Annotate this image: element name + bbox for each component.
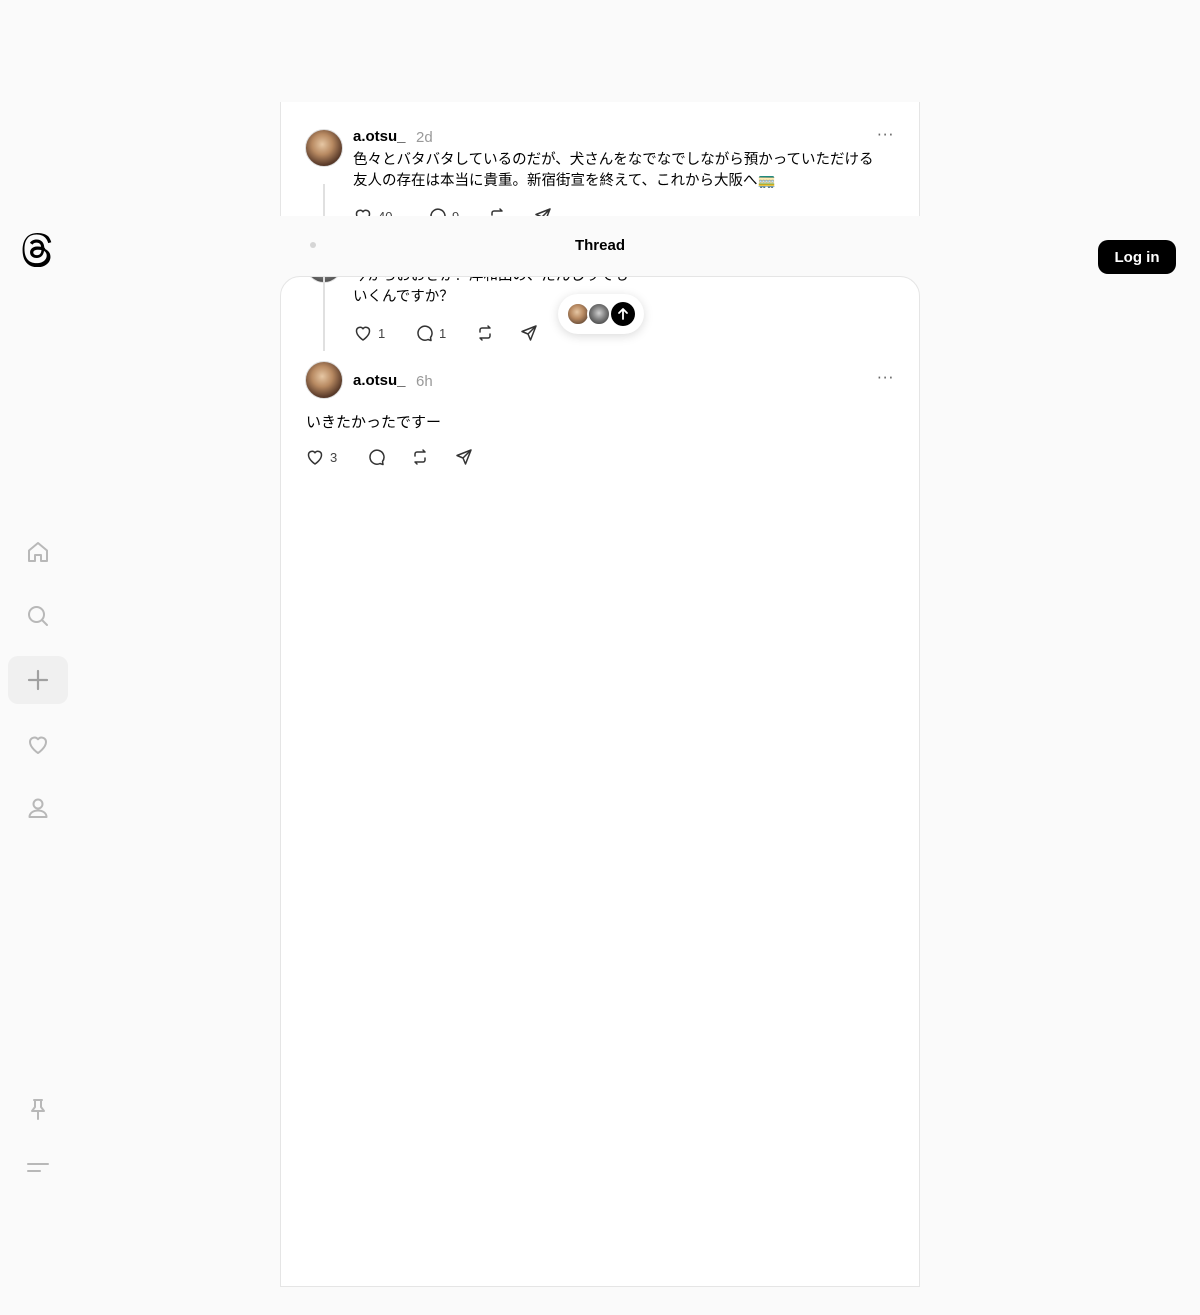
avatar[interactable] <box>305 361 343 399</box>
share-button[interactable] <box>454 447 474 467</box>
nav-menu[interactable] <box>8 1143 68 1191</box>
person-icon <box>28 798 48 818</box>
heart-icon <box>355 326 371 341</box>
scroll-to-top-button[interactable] <box>558 294 644 334</box>
thread-line <box>323 184 325 216</box>
more-options-icon[interactable]: ··· <box>877 126 894 144</box>
reply-count: 1 <box>439 325 447 341</box>
send-icon <box>535 208 551 216</box>
plus-icon <box>27 669 49 691</box>
repost-icon <box>491 208 503 216</box>
nav-search[interactable] <box>8 592 68 640</box>
like-button[interactable]: 40 <box>353 206 392 216</box>
comment-icon <box>430 208 446 216</box>
like-button[interactable]: 3 <box>305 447 337 467</box>
send-icon <box>456 449 472 465</box>
repost-icon <box>479 325 491 341</box>
repost-button[interactable] <box>410 447 430 467</box>
login-button[interactable]: Log in <box>1098 240 1176 274</box>
heart-icon <box>307 450 323 465</box>
repost-icon <box>414 449 426 465</box>
nav-pin[interactable] <box>8 1085 68 1133</box>
avatar[interactable] <box>305 129 343 167</box>
avatar <box>587 302 611 326</box>
heart-icon <box>29 736 47 754</box>
nav-activity[interactable] <box>8 720 68 768</box>
menu-icon <box>27 1163 49 1172</box>
back-icon[interactable] <box>306 238 320 252</box>
reply-button[interactable]: 1 <box>414 323 446 343</box>
post-time[interactable]: 6h <box>416 373 433 390</box>
comment-icon <box>369 449 385 466</box>
share-button[interactable] <box>519 323 539 343</box>
threads-logo-icon[interactable] <box>20 229 56 269</box>
nav-home[interactable] <box>8 528 68 576</box>
send-icon <box>521 325 537 341</box>
nav-create[interactable] <box>8 656 68 704</box>
thread-card: 今からおおさか？岸和田の、だんじりでも いくんですか？ 1 1 a.otsu_ … <box>280 276 920 1287</box>
share-button[interactable] <box>533 206 553 216</box>
parent-post: a.otsu_ 2d ··· 色々とバタバタしているのだが、犬さんをなでなでしな… <box>280 102 920 216</box>
thread-line <box>323 277 325 351</box>
reply-count: 9 <box>452 208 460 217</box>
heart-icon <box>355 209 371 216</box>
reply-button[interactable] <box>366 447 386 467</box>
pin-icon <box>31 1099 45 1120</box>
like-count: 1 <box>378 325 386 341</box>
repost-button[interactable] <box>475 323 495 343</box>
post-username[interactable]: a.otsu_ <box>353 372 406 389</box>
search-icon <box>28 606 48 626</box>
post-username[interactable]: a.otsu_ <box>353 128 406 145</box>
like-count: 40 <box>378 208 393 217</box>
post-time[interactable]: 2d <box>416 129 433 146</box>
like-button[interactable]: 1 <box>353 323 385 343</box>
thread-header: Thread <box>280 216 920 276</box>
repost-button[interactable] <box>487 206 507 216</box>
more-options-icon[interactable]: ··· <box>877 369 894 387</box>
nav-profile[interactable] <box>8 784 68 832</box>
like-count: 3 <box>330 449 338 465</box>
page-title: Thread <box>574 236 625 254</box>
post-text: 色々とバタバタしているのだが、犬さんをなでなでしながら預かっていただける 友人の… <box>353 152 874 189</box>
arrow-up-icon <box>611 302 635 326</box>
reply-button[interactable]: 9 <box>427 206 459 216</box>
post-text: いきたかったですー <box>306 413 442 431</box>
comment-icon <box>417 325 433 342</box>
home-icon <box>28 542 48 562</box>
